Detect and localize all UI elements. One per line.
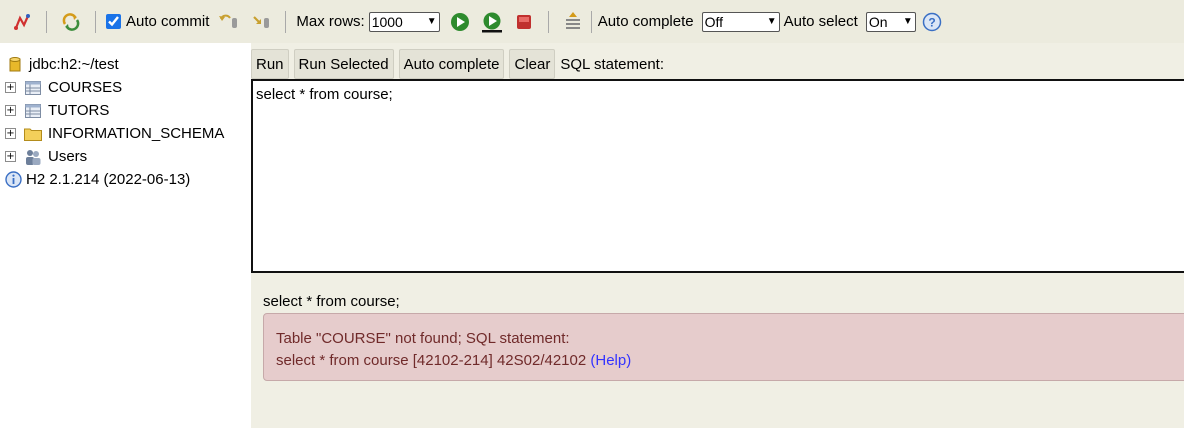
auto-complete-label: Auto complete	[597, 13, 694, 30]
tree-item-information-schema[interactable]: + INFORMATION_SCHEMA	[0, 122, 251, 145]
run-icon[interactable]	[449, 11, 471, 33]
max-rows-value: 1000	[371, 13, 403, 30]
auto-select-label: Auto select	[783, 13, 858, 30]
table-icon	[24, 103, 42, 119]
expand-icon[interactable]: +	[5, 128, 16, 139]
expand-icon[interactable]: +	[5, 105, 16, 116]
query-button-bar: Run Run Selected Auto complete Clear SQL…	[251, 49, 664, 79]
max-rows-select[interactable]: 1000 ▼	[368, 11, 440, 32]
run-selected-icon[interactable]	[481, 11, 503, 33]
help-icon[interactable]: ?	[921, 11, 943, 33]
info-icon	[4, 171, 22, 188]
statement-echo: select * from course;	[263, 293, 400, 310]
connection-item[interactable]: jdbc:h2:~/test	[0, 53, 251, 76]
tree-item-label: INFORMATION_SCHEMA	[48, 125, 225, 142]
help-link[interactable]: (Help)	[590, 352, 631, 369]
table-icon	[24, 80, 42, 96]
auto-select-value: On	[868, 13, 888, 30]
tree-item-tutors[interactable]: + TUTORS	[0, 99, 251, 122]
auto-select-select[interactable]: On ▼	[865, 11, 916, 32]
folder-icon	[24, 126, 42, 142]
chevron-down-icon: ▼	[766, 16, 777, 27]
auto-commit-checkbox[interactable]	[106, 14, 121, 29]
tree-item-label: COURSES	[48, 79, 123, 96]
run-selected-button[interactable]: Run Selected	[293, 49, 394, 79]
tree-item-label: TUTORS	[48, 102, 110, 119]
toolbar-separator	[590, 10, 592, 33]
auto-complete-button[interactable]: Auto complete	[398, 49, 505, 79]
toolbar-separator	[95, 10, 96, 33]
svg-text:?: ?	[928, 15, 935, 29]
error-line-2: select * from course [42102-214] 42S02/4…	[276, 350, 1180, 372]
rollback-icon[interactable]	[218, 11, 240, 33]
query-pane: Run Run Selected Auto complete Clear SQL…	[251, 43, 1184, 428]
version-item: H2 2.1.214 (2022-06-13)	[0, 168, 251, 191]
toolbar-separator	[285, 10, 287, 33]
clear-button[interactable]: Clear	[509, 49, 556, 79]
stop-icon[interactable]	[513, 11, 535, 33]
max-rows-label: Max rows:	[296, 13, 365, 30]
schema-tree: jdbc:h2:~/test + COURSES + TUTORS + INFO…	[0, 43, 251, 428]
sql-editor[interactable]: select * from course;	[251, 79, 1184, 273]
run-button[interactable]: Run	[251, 49, 289, 79]
expand-icon[interactable]: +	[5, 151, 16, 162]
history-icon[interactable]	[562, 11, 584, 33]
version-label: H2 2.1.214 (2022-06-13)	[26, 171, 191, 188]
commit-icon[interactable]	[250, 11, 272, 33]
toolbar-separator	[46, 10, 47, 33]
error-message: Table "COURSE" not found; SQL statement:…	[263, 313, 1184, 381]
users-icon	[24, 149, 42, 165]
tree-item-courses[interactable]: + COURSES	[0, 76, 251, 99]
toolbar: Auto commit Max rows: 1000 ▼ Auto comple…	[0, 0, 1184, 43]
sql-statement-label: SQL statement:	[560, 55, 665, 73]
error-detail: select * from course [42102-214] 42S02/4…	[276, 352, 587, 369]
chevron-down-icon: ▼	[426, 16, 437, 27]
expand-icon[interactable]: +	[5, 82, 16, 93]
chevron-down-icon: ▼	[902, 16, 913, 27]
disconnect-icon[interactable]	[11, 11, 33, 33]
tree-item-users[interactable]: + Users	[0, 145, 251, 168]
toolbar-separator	[547, 10, 549, 33]
auto-complete-value: Off	[704, 13, 724, 30]
error-line-1: Table "COURSE" not found; SQL statement:	[276, 330, 570, 347]
connection-label: jdbc:h2:~/test	[29, 56, 119, 73]
refresh-icon[interactable]	[60, 11, 82, 33]
database-icon	[6, 56, 24, 73]
auto-commit-label: Auto commit	[126, 13, 210, 30]
auto-complete-select[interactable]: Off ▼	[701, 11, 780, 32]
tree-item-label: Users	[48, 148, 88, 165]
